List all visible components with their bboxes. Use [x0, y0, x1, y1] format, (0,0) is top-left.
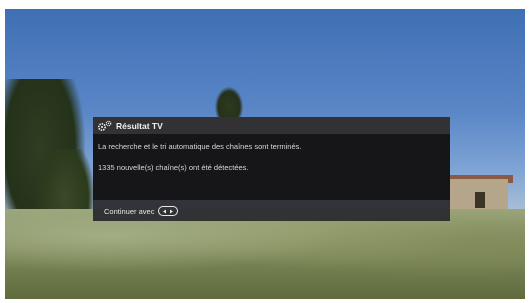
dialog-title: Résultat TV: [116, 120, 163, 131]
background-house-window: [475, 192, 485, 208]
tv-screen: Résultat TV La recherche et le tri autom…: [5, 9, 525, 299]
dialog-body: La recherche et le tri automatique des c…: [93, 134, 450, 200]
completion-message: La recherche et le tri automatique des c…: [98, 142, 302, 151]
continue-label: Continuer avec: [104, 206, 155, 216]
dialog-header: Résultat TV: [93, 117, 450, 134]
dialog-footer: Continuer avec: [93, 200, 450, 221]
channels-found-message: 1335 nouvelle(s) chaîne(s) ont été détec…: [98, 163, 249, 172]
result-dialog: Résultat TV La recherche et le tri autom…: [87, 104, 450, 221]
background-hedge: [5, 209, 525, 299]
settings-gears-icon: [97, 120, 113, 132]
ok-button-icon: [158, 206, 179, 216]
continue-button[interactable]: Continuer avec: [104, 206, 179, 216]
